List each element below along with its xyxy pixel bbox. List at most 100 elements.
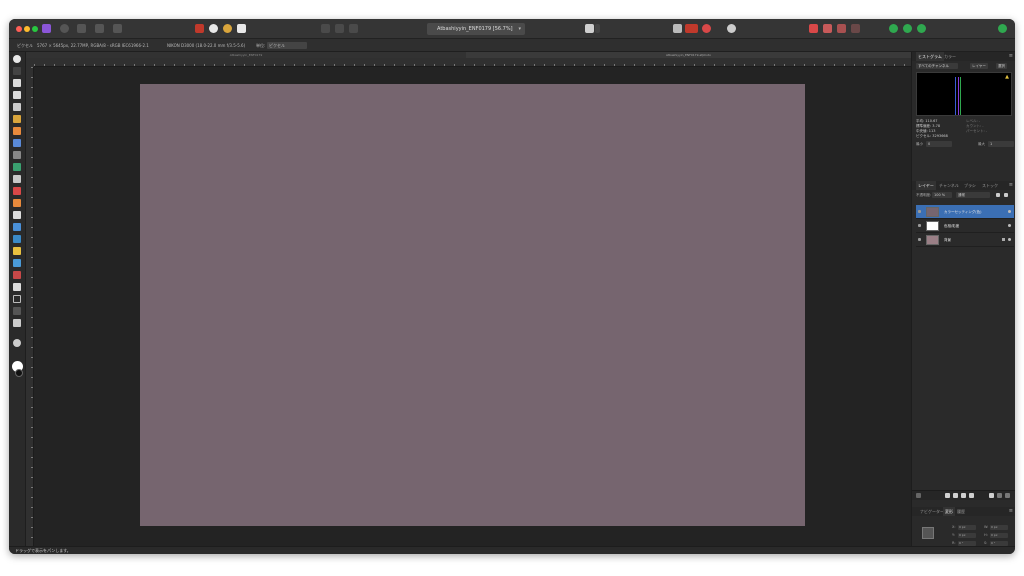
x-field[interactable]: 0 px xyxy=(958,525,976,530)
crop-tool-icon[interactable] xyxy=(13,103,21,111)
tab-transform[interactable]: 変形 xyxy=(943,507,955,516)
folder-icon[interactable] xyxy=(989,493,994,498)
photo-persona-icon[interactable] xyxy=(42,24,51,33)
auto-color-icon[interactable] xyxy=(223,24,232,33)
selection-intersect-icon[interactable] xyxy=(837,24,846,33)
layer-row[interactable]: 背景 xyxy=(916,233,1014,247)
w-field[interactable]: 0 px xyxy=(990,525,1008,530)
clone-brush-tool-icon[interactable] xyxy=(13,235,21,243)
paint-brush-tool-icon[interactable] xyxy=(13,187,21,195)
maximize-window-button[interactable] xyxy=(32,26,38,32)
close-window-button[interactable] xyxy=(16,26,22,32)
view-tool-icon[interactable] xyxy=(13,55,21,63)
brush-mode-3-icon[interactable] xyxy=(917,24,926,33)
move-tool-icon[interactable] xyxy=(13,67,21,75)
tab-brushes[interactable]: ブラシ xyxy=(962,181,978,190)
liquify-persona-icon[interactable] xyxy=(60,24,69,33)
gradient-tool-icon[interactable] xyxy=(13,175,21,183)
layer-lock-icon[interactable] xyxy=(1004,193,1008,197)
y-field[interactable]: 0 px xyxy=(958,533,976,538)
blend-mode-select[interactable]: 通常 xyxy=(956,192,990,198)
layer-row[interactable]: 色相/彩度 xyxy=(916,219,1014,233)
tab-stock[interactable]: ストック xyxy=(980,181,1000,190)
h-field[interactable]: 0 px xyxy=(990,533,1008,538)
zoom-tool-icon[interactable] xyxy=(13,339,21,347)
layers-menu-icon[interactable]: ≡ xyxy=(1009,181,1013,190)
flood-select-tool-icon[interactable] xyxy=(13,127,21,135)
quick-mask-icon[interactable] xyxy=(585,24,594,33)
develop-persona-icon[interactable] xyxy=(77,24,86,33)
pixel-tool-icon[interactable] xyxy=(13,199,21,207)
layer-enabled-checkbox[interactable] xyxy=(1008,224,1011,227)
histogram-selection-button[interactable]: 選択 xyxy=(996,63,1007,69)
delete-layer-icon[interactable] xyxy=(1005,493,1010,498)
view-mode-icon[interactable] xyxy=(727,24,736,33)
transform-menu-icon[interactable]: ≡ xyxy=(1009,507,1013,516)
selection-subtract-icon[interactable] xyxy=(823,24,832,33)
background-color-swatch[interactable] xyxy=(15,369,23,377)
histogram-min-field[interactable]: 0 xyxy=(926,141,952,147)
text-icon[interactable] xyxy=(969,493,974,498)
assistant-icon[interactable] xyxy=(685,24,698,33)
layer-visibility-icon[interactable] xyxy=(918,210,921,213)
brush-mode-icon[interactable] xyxy=(889,24,898,33)
histogram-max-field[interactable]: 1 xyxy=(988,141,1014,147)
lock-icon[interactable] xyxy=(1002,238,1005,241)
histogram-layer-button[interactable]: レイヤー xyxy=(970,63,988,69)
layer-mask-icon[interactable] xyxy=(945,493,950,498)
selection-brush-tool-icon[interactable] xyxy=(13,115,21,123)
selection-add-icon[interactable] xyxy=(809,24,818,33)
erase-brush-tool-icon[interactable] xyxy=(13,211,21,219)
channel-select[interactable]: すべてのチャンネル xyxy=(916,63,958,69)
panel-menu-icon[interactable]: ≡ xyxy=(1009,52,1013,61)
auto-white-balance-icon[interactable] xyxy=(237,24,246,33)
tab-navigator[interactable]: ナビゲーター xyxy=(918,507,946,516)
document-canvas[interactable] xyxy=(140,84,805,526)
tab-channels[interactable]: チャンネル xyxy=(937,181,961,190)
add-layer-icon[interactable] xyxy=(997,493,1002,498)
red-eye-tool-icon[interactable] xyxy=(13,271,21,279)
selection-xor-icon[interactable] xyxy=(851,24,860,33)
anchor-selector[interactable] xyxy=(922,527,934,539)
opacity-field[interactable]: 100 % xyxy=(932,192,952,198)
snapping-icon[interactable] xyxy=(673,24,682,33)
freehand-selection-tool-icon[interactable] xyxy=(13,151,21,159)
transform-icon[interactable] xyxy=(349,24,358,33)
pen-tool-icon[interactable] xyxy=(13,283,21,291)
adjustment-icon[interactable] xyxy=(953,493,958,498)
paint-mixer-tool-icon[interactable] xyxy=(13,91,21,99)
tone-mapping-persona-icon[interactable] xyxy=(95,24,104,33)
layer-brush-icon[interactable] xyxy=(916,493,921,498)
arrange-icon[interactable] xyxy=(321,24,330,33)
fx-icon[interactable] xyxy=(961,493,966,498)
artistic-text-tool-icon[interactable] xyxy=(13,319,21,327)
align-icon[interactable] xyxy=(335,24,344,33)
horizontal-ruler[interactable] xyxy=(34,58,911,67)
tab-layers[interactable]: レイヤー xyxy=(916,181,936,190)
canvas-area[interactable] xyxy=(34,67,911,546)
layer-row[interactable]: カラーセッティング(色) xyxy=(916,205,1014,219)
vertical-ruler[interactable] xyxy=(26,67,34,546)
minimize-window-button[interactable] xyxy=(24,26,30,32)
auto-contrast-icon[interactable] xyxy=(209,24,218,33)
soft-proof-icon[interactable] xyxy=(702,24,711,33)
unit-select[interactable]: ピクセル xyxy=(267,42,307,49)
layer-enabled-checkbox[interactable] xyxy=(1008,210,1011,213)
layer-visibility-icon[interactable] xyxy=(918,224,921,227)
inpainting-brush-tool-icon[interactable] xyxy=(13,259,21,267)
brush-mode-2-icon[interactable] xyxy=(903,24,912,33)
color-picker-tool-icon[interactable] xyxy=(13,79,21,87)
blur-brush-tool-icon[interactable] xyxy=(13,247,21,255)
levels-icon[interactable] xyxy=(195,24,204,33)
rectangle-tool-icon[interactable] xyxy=(13,295,21,303)
layer-enabled-checkbox[interactable] xyxy=(1008,238,1011,241)
marquee-tool-icon[interactable] xyxy=(13,139,21,147)
user-account-icon[interactable] xyxy=(998,24,1007,33)
warning-icon[interactable]: ▲ xyxy=(1005,74,1009,80)
flood-fill-tool-icon[interactable] xyxy=(13,163,21,171)
export-persona-icon[interactable] xyxy=(113,24,122,33)
quick-mask-options-icon[interactable] xyxy=(595,24,600,33)
tab-color[interactable]: カラー xyxy=(942,52,958,61)
dodge-brush-tool-icon[interactable] xyxy=(13,223,21,231)
tab-history[interactable]: 履歴 xyxy=(955,507,967,516)
